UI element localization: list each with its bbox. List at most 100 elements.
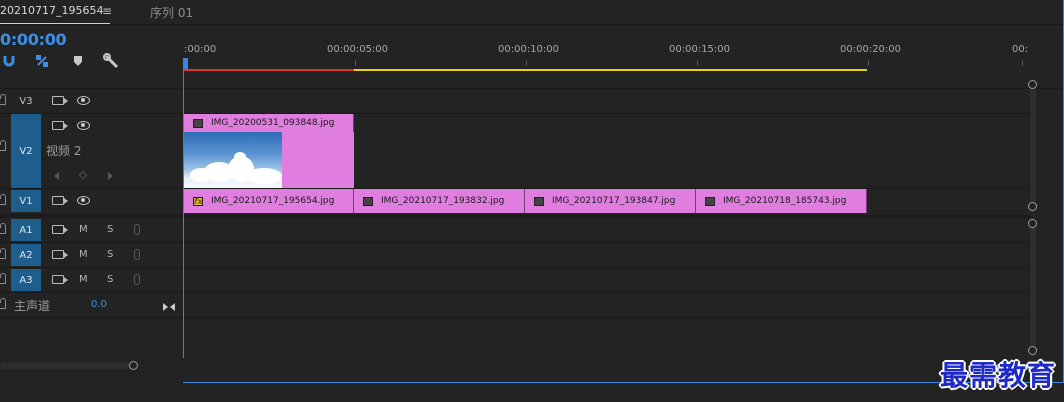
sync-lock-icon[interactable] [52,196,68,205]
fx-badge-icon [363,196,373,206]
track-header-v1: V1 [0,189,183,215]
playhead-timecode[interactable]: 0:00:00 [0,30,67,49]
mute-button[interactable]: M [79,274,88,285]
prev-keyframe-icon[interactable] [54,172,59,180]
track-row-line [183,242,1030,243]
lock-icon[interactable] [0,140,6,151]
ruler-tick [697,60,698,66]
track-header-a3: A3 M S [0,268,183,293]
fx-badge-icon [534,196,544,206]
clip-name: IMG_20210717_193832.jpg [381,196,505,206]
ruler-label-5s: 00:00:05:00 [327,44,389,55]
ruler-label-25s: 00: [1012,44,1029,55]
horizontal-scroll-handle[interactable] [129,361,138,370]
next-keyframe-icon[interactable] [108,172,113,180]
lock-icon[interactable] [0,223,6,234]
ruler-label-10s: 00:00:10:00 [498,44,560,55]
eye-icon[interactable] [77,121,90,130]
audio-scroll-top-handle[interactable] [1028,219,1037,228]
work-area-unrendered-bar [354,69,867,71]
eye-icon[interactable] [77,196,90,205]
track-header-master: 主声道 0.0 [0,293,183,318]
video-scroll-bottom-handle[interactable] [1028,202,1037,211]
ruler-tick [526,60,527,66]
sequence-tab-inactive[interactable]: 序列 01 [150,4,193,21]
ruler-tick [868,60,869,66]
go-to-in-out-icon[interactable] [163,297,175,311]
magnet-icon[interactable] [0,53,18,69]
solo-button[interactable]: S [107,274,113,285]
eye-icon[interactable] [77,96,90,105]
track-target-v3[interactable]: V3 [11,90,41,112]
clip-v1-3[interactable]: IMG_20210717_193847.jpg [525,189,696,213]
ruler-label-0: :00:00 [184,44,217,55]
clip-v2[interactable]: IMG_20200531_093848.jpg [184,114,354,132]
master-volume-value[interactable]: 0.0 [91,299,107,310]
track-header-a1: A1 M S [0,218,183,243]
wrench-icon[interactable] [102,53,120,69]
track-name-v2: 视频 2 [46,144,82,158]
fx-badge-icon [705,196,715,206]
panel-menu-icon[interactable]: ≡ [102,4,112,18]
ruler-tick [1022,60,1023,66]
linked-selection-icon[interactable] [33,53,51,69]
panel-focus-border [183,382,1064,383]
microphone-icon[interactable] [134,249,140,260]
sequence-tab-active[interactable]: 20210717_195654 [0,4,103,17]
lock-icon[interactable] [0,298,6,309]
track-target-v1[interactable]: V1 [11,190,41,212]
thumbnail-cloud [234,152,246,162]
track-header-v3: V3 [0,89,183,114]
solo-button[interactable]: S [107,249,113,260]
fx-badge-icon [193,118,203,128]
sync-lock-icon[interactable] [52,96,68,105]
video-scroll-top-handle[interactable] [1028,80,1037,89]
work-area-rendered-bar [184,69,354,71]
add-keyframe-icon[interactable] [78,170,88,180]
ruler-label-15s: 00:00:15:00 [669,44,731,55]
sync-lock-icon[interactable] [52,121,68,130]
thumbnail-cloud [246,168,282,184]
track-header-a2: A2 M S [0,243,183,268]
lock-icon[interactable] [0,248,6,259]
clip-name: IMG_20200531_093848.jpg [211,118,335,128]
clip-name: IMG_20210717_193847.jpg [552,196,676,206]
watermark: 最需教育 [940,359,1057,392]
ruler-tick [355,60,356,66]
mute-button[interactable]: M [79,224,88,235]
playhead-handle[interactable] [183,58,188,69]
track-target-a1[interactable]: A1 [11,219,41,241]
clip-v1-4[interactable]: IMG_20210718_185743.jpg [696,189,867,213]
lock-icon[interactable] [0,273,6,284]
microphone-icon[interactable] [134,274,140,285]
clip-v1-2[interactable]: IMG_20210717_193832.jpg [354,189,525,213]
track-row-line [183,292,1030,293]
master-track-name: 主声道 [14,299,51,313]
microphone-icon[interactable] [134,224,140,235]
horizontal-scroll-thumb[interactable] [0,363,134,369]
clip-name: IMG_20210717_195654.jpg [211,196,335,206]
playhead-line[interactable] [183,58,184,358]
mute-button[interactable]: M [79,249,88,260]
sync-lock-icon[interactable] [52,250,68,259]
track-row-line [183,317,1030,318]
add-marker-icon[interactable] [69,53,87,69]
horizontal-scrollbar[interactable] [0,360,1030,372]
ruler-label-20s: 00:00:20:00 [840,44,902,55]
fx-badge-icon: fx [193,196,203,206]
track-target-a2[interactable]: A2 [11,244,41,266]
header-separator [0,24,1064,25]
sync-lock-icon[interactable] [52,275,68,284]
lock-icon[interactable] [0,194,6,205]
track-target-a3[interactable]: A3 [11,269,41,291]
clip-v1-1[interactable]: fx IMG_20210717_195654.jpg [184,189,354,213]
video-scrollbar[interactable] [1030,82,1036,212]
solo-button[interactable]: S [107,224,113,235]
clip-name: IMG_20210718_185743.jpg [723,196,847,206]
lock-icon[interactable] [0,94,6,105]
track-target-v2[interactable]: V2 [11,114,41,188]
audio-scrollbar[interactable] [1030,220,1036,356]
track-row-line [183,267,1030,268]
sync-lock-icon[interactable] [52,225,68,234]
clip-v2-thumbnail [184,132,282,188]
